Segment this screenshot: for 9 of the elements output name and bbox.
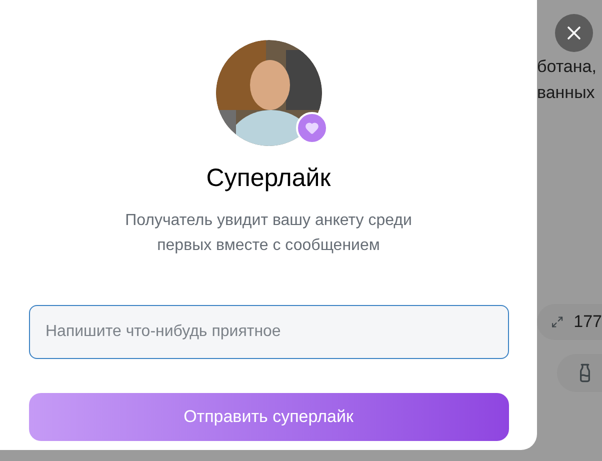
modal-subtitle: Получатель увидит вашу анкету среди первых вместе с сообщением [124,210,413,256]
background-text: ботана, [537,56,598,78]
size-value: 177 [574,311,602,334]
message-field[interactable]: Напишите что-нибудь приятное [28,304,508,358]
send-superlike-button[interactable]: Отправить суперлайк [28,392,508,440]
modal-title: Суперлайк [206,163,331,194]
heart-icon [304,121,318,135]
close-button[interactable] [555,14,593,52]
background-text: ванных [537,82,596,104]
